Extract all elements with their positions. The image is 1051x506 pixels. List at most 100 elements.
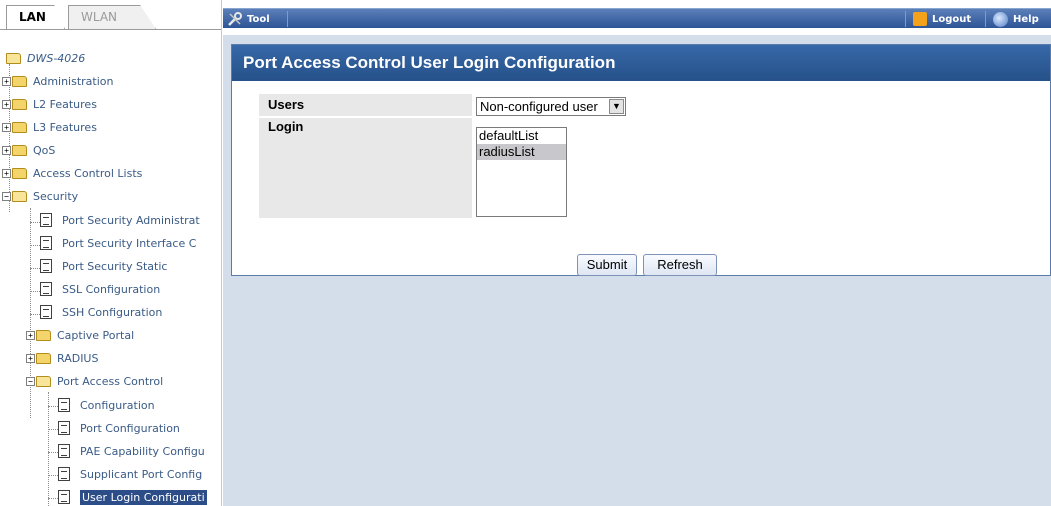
expand-plus-icon[interactable]: +: [2, 99, 11, 109]
tree-item-configuration[interactable]: Configuration: [58, 395, 155, 415]
expand-plus-icon[interactable]: +: [2, 145, 11, 155]
page-icon: [58, 490, 70, 504]
tree-item-supplicant-port[interactable]: Supplicant Port Config: [58, 464, 202, 484]
folder-icon: [12, 75, 27, 87]
folder-icon: [12, 98, 27, 110]
tree-connector: [30, 314, 40, 315]
tree-item-label: Configuration: [80, 398, 155, 412]
logout-button[interactable]: Logout: [913, 9, 971, 29]
page-icon: [40, 259, 52, 273]
folder-icon: [12, 144, 27, 156]
tree-item-access-control-lists[interactable]: + Access Control Lists: [2, 163, 142, 183]
tree-connector: [30, 245, 40, 246]
tree-item-user-login-configuration[interactable]: User Login Configurati: [58, 487, 207, 506]
tab-divider: [0, 29, 221, 30]
page-icon: [40, 305, 52, 319]
toolbar-divider: [985, 11, 986, 27]
tree-item-label: L2 Features: [33, 97, 97, 111]
login-option-radiuslist[interactable]: radiusList: [477, 144, 566, 160]
tree-item-port-configuration[interactable]: Port Configuration: [58, 418, 180, 438]
config-panel: Port Access Control User Login Configura…: [231, 44, 1051, 276]
navigation-pane: LAN WLAN DWS-4026 + Administration + L2 …: [0, 0, 222, 506]
folder-open-icon: [12, 190, 27, 202]
tree-item-label: SSL Configuration: [62, 282, 161, 296]
tree-item-label: Access Control Lists: [33, 166, 143, 180]
tree-connector: [48, 475, 58, 476]
content-area: Port Access Control User Login Configura…: [223, 35, 1051, 506]
tab-wlan[interactable]: WLAN: [68, 5, 156, 29]
page-icon: [40, 236, 52, 250]
tree-item-label: Port Access Control: [57, 374, 164, 388]
logout-label: Logout: [932, 13, 972, 25]
tree-root-label: DWS-4026: [27, 51, 86, 65]
tree-connector: [30, 268, 40, 269]
tree-item-label: Administration: [33, 74, 114, 88]
wrench-icon: [227, 11, 243, 27]
tree-item-ssh-configuration[interactable]: SSH Configuration: [40, 302, 162, 322]
tree-connector: [48, 406, 58, 407]
expand-plus-icon[interactable]: +: [2, 122, 11, 132]
tree-item-label: L3 Features: [33, 120, 97, 134]
help-label: Help: [1013, 13, 1039, 25]
tool-menu[interactable]: Tool: [227, 9, 270, 29]
expand-plus-icon[interactable]: +: [26, 353, 35, 363]
toolbar-divider: [905, 11, 906, 27]
tab-lan[interactable]: LAN: [6, 5, 65, 29]
help-button[interactable]: Help: [993, 9, 1039, 29]
folder-icon: [36, 329, 51, 341]
tree-item-pae-capability[interactable]: PAE Capability Configu: [58, 441, 205, 461]
tree-root[interactable]: DWS-4026: [6, 48, 85, 68]
collapse-minus-icon[interactable]: −: [2, 191, 11, 201]
page-icon: [40, 282, 52, 296]
page-title: Port Access Control User Login Configura…: [232, 45, 1050, 81]
tree-connector: [48, 498, 58, 499]
help-icon: [993, 11, 1008, 27]
login-listbox[interactable]: defaultList radiusList: [476, 127, 567, 217]
tree-item-l3-features[interactable]: + L3 Features: [2, 117, 97, 137]
expand-plus-icon[interactable]: +: [26, 330, 35, 340]
folder-open-icon: [6, 52, 21, 64]
tool-label: Tool: [247, 13, 270, 25]
tree-item-l2-features[interactable]: + L2 Features: [2, 94, 97, 114]
collapse-minus-icon[interactable]: −: [26, 376, 35, 386]
folder-icon: [12, 121, 27, 133]
tree-connector: [48, 452, 58, 453]
tree-item-port-security-administration[interactable]: Port Security Administrat: [40, 210, 200, 230]
tree-item-ssl-configuration[interactable]: SSL Configuration: [40, 279, 160, 299]
submit-button[interactable]: Submit: [577, 254, 637, 276]
tree-item-label: Security: [33, 189, 79, 203]
tree-item-administration[interactable]: + Administration: [2, 71, 114, 91]
tree-item-label: RADIUS: [57, 351, 99, 365]
page-icon: [40, 213, 52, 227]
expand-plus-icon[interactable]: +: [2, 168, 11, 178]
users-select-value: Non-configured user: [480, 99, 598, 114]
tree-connector: [48, 429, 58, 430]
chevron-down-icon[interactable]: ▼: [609, 99, 624, 114]
page-icon: [58, 421, 70, 435]
tree-item-label: Port Security Interface C: [62, 236, 197, 250]
tree-connector: [30, 222, 40, 223]
page-icon: [58, 467, 70, 481]
tree-item-qos[interactable]: + QoS: [2, 140, 55, 160]
tree-item-label: Port Security Administrat: [62, 213, 200, 227]
refresh-button[interactable]: Refresh: [643, 254, 717, 276]
tree-item-captive-portal[interactable]: + Captive Portal: [26, 325, 134, 345]
tree-item-security[interactable]: − Security: [2, 186, 78, 206]
toolbar-divider: [287, 11, 288, 27]
tree-item-label: SSH Configuration: [62, 305, 163, 319]
tree-item-radius[interactable]: + RADIUS: [26, 348, 98, 368]
folder-icon: [12, 167, 27, 179]
tree-connector: [48, 392, 49, 506]
users-select[interactable]: Non-configured user ▼: [476, 97, 626, 116]
login-label: Login: [259, 118, 472, 218]
tree-item-label: QoS: [33, 143, 56, 157]
page-icon: [58, 444, 70, 458]
tree-connector: [30, 291, 40, 292]
expand-plus-icon[interactable]: +: [2, 76, 11, 86]
login-option-defaultlist[interactable]: defaultList: [477, 128, 566, 144]
tree-item-port-access-control[interactable]: − Port Access Control: [26, 371, 163, 391]
folder-icon: [36, 352, 51, 364]
tree-item-port-security-static[interactable]: Port Security Static: [40, 256, 167, 276]
tree-item-label: PAE Capability Configu: [80, 444, 205, 458]
tree-item-port-security-interface[interactable]: Port Security Interface C: [40, 233, 196, 253]
